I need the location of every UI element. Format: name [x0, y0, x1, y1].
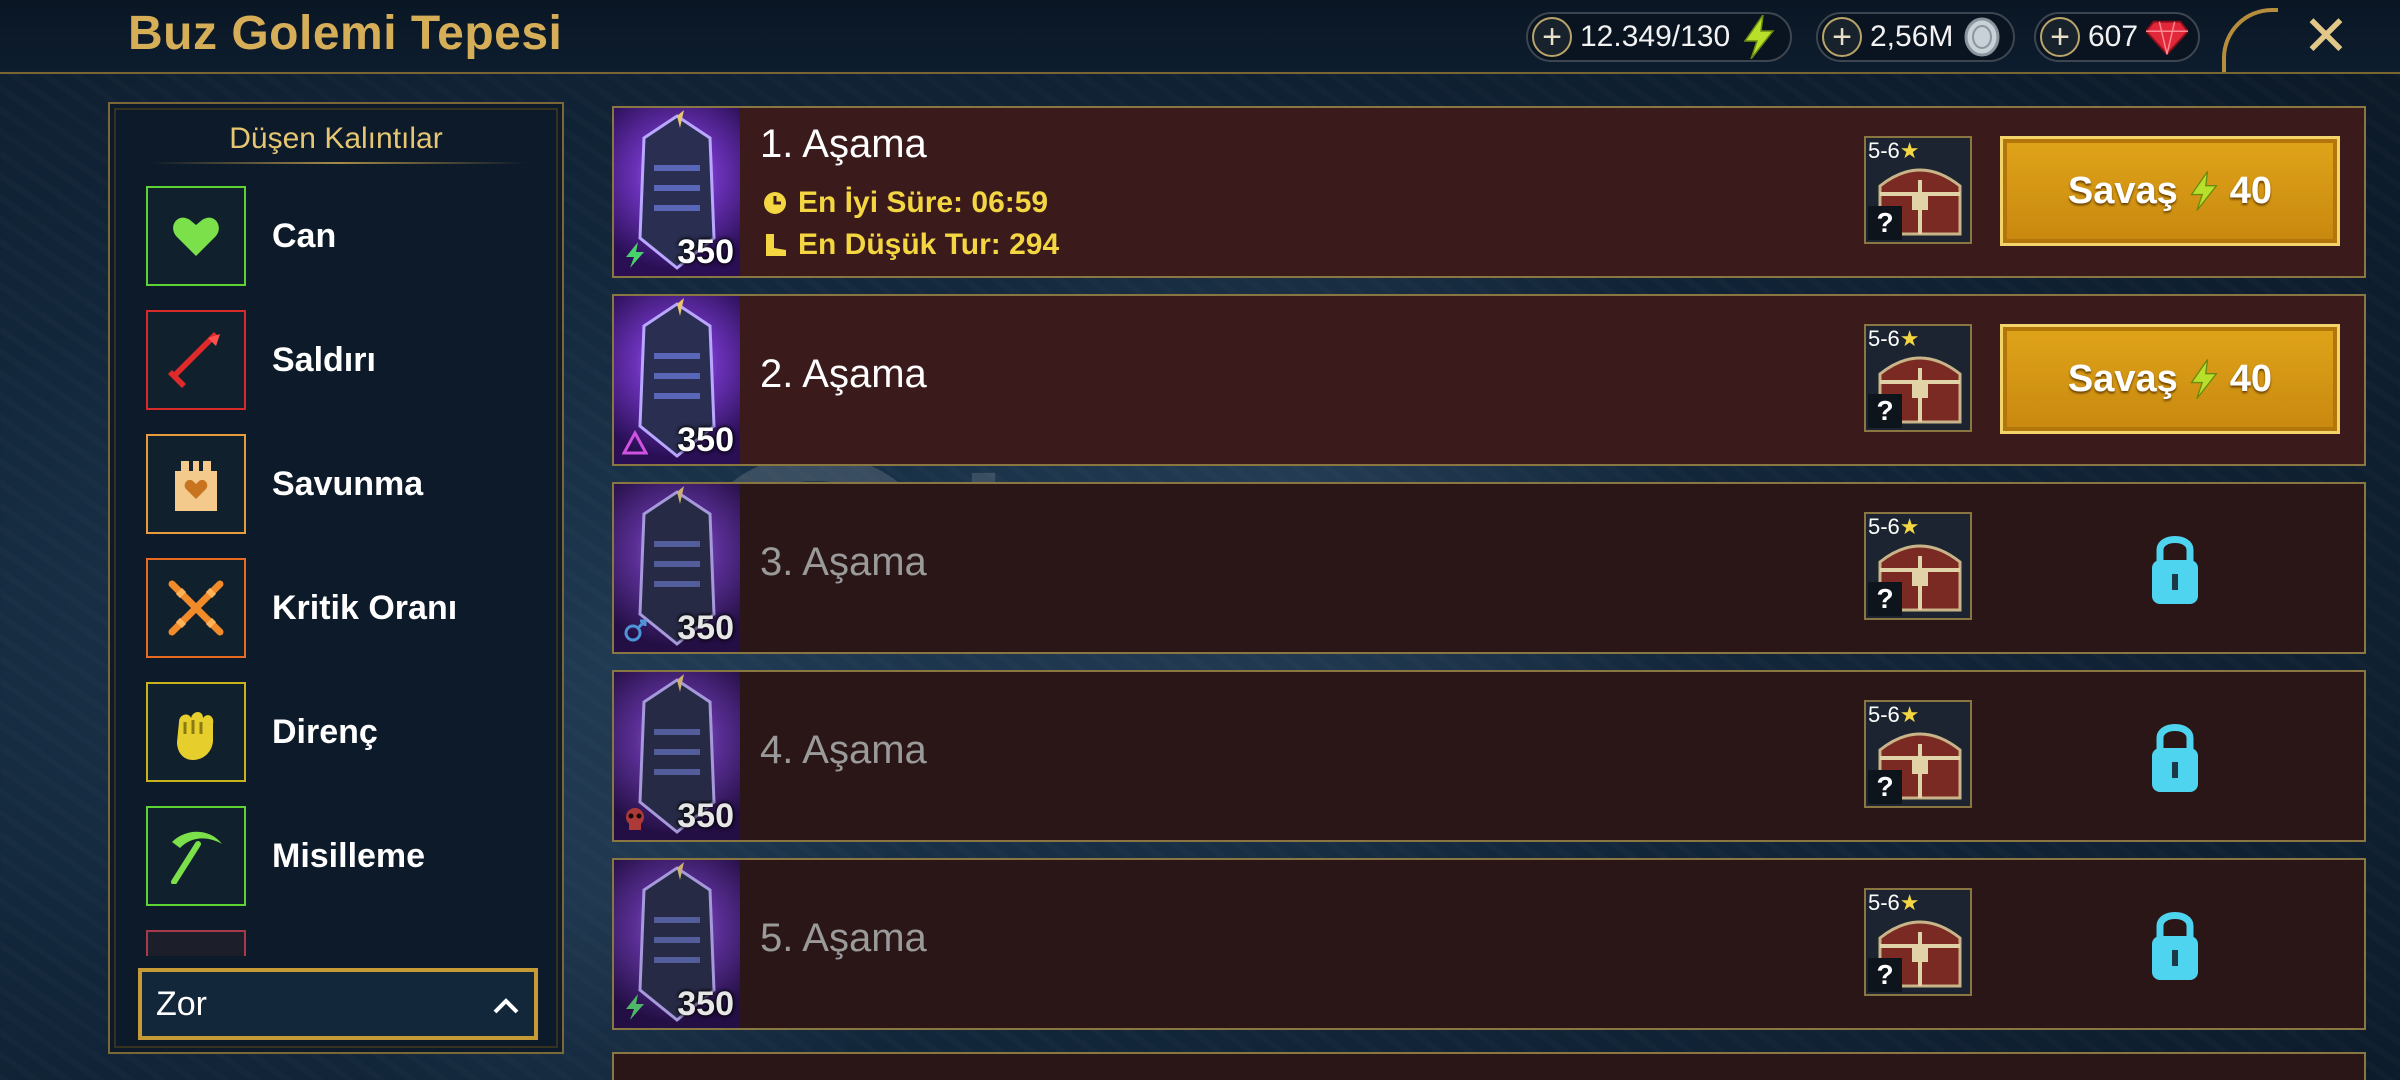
silver-resource: + 2,56M: [1816, 12, 2016, 62]
lock-icon: [2152, 536, 2198, 604]
boss-portrait: 350: [614, 108, 740, 276]
stage-name: 5. Aşama: [760, 916, 927, 960]
gem-value: 607: [2088, 20, 2139, 53]
boss-level: 350: [677, 609, 734, 647]
difficulty-value: Zor: [156, 984, 207, 1023]
set-item-direnc[interactable]: Direnç: [146, 682, 526, 782]
rewards-chest[interactable]: 5-6★ ?: [1864, 512, 1972, 620]
battle-label: Savaş: [2067, 357, 2178, 400]
boss-portrait: 350: [614, 484, 740, 652]
set-label: Misilleme: [272, 836, 426, 875]
stage-name: 1. Aşama: [760, 122, 927, 166]
chevron-up-icon: [492, 985, 520, 1024]
panel-heading: Düşen Kalıntılar: [229, 122, 443, 155]
battle-button[interactable]: Savaş 40: [2000, 136, 2340, 246]
top-bar: Buz Golemi Tepesi + 12.349/130 + 2,56M +…: [0, 0, 2400, 74]
reward-rank: 5-6★: [1868, 138, 1920, 163]
pickaxe-icon: [146, 806, 246, 906]
stage-row-6-partial[interactable]: [612, 1052, 2366, 1080]
set-label: Savunma: [272, 464, 424, 503]
dropped-artifacts-panel: Düşen Kalıntılar Can Saldırı Savunma Kri…: [108, 102, 564, 1054]
add-gems-button[interactable]: +: [2040, 17, 2080, 57]
reward-rank: 5-6★: [1868, 326, 1920, 351]
set-item-kritik-orani[interactable]: Kritik Oranı: [146, 558, 526, 658]
lock-icon: [2152, 912, 2198, 980]
boss-level: 350: [677, 421, 734, 459]
energy-cost: 40: [2229, 357, 2273, 400]
min-turns-stat: En Düşük Tur: 294: [762, 228, 1059, 262]
best-time-label: En İyi Süre: 06:59: [798, 186, 1049, 219]
fist-icon: [146, 682, 246, 782]
set-item-can[interactable]: Can: [146, 186, 526, 286]
set-label: Kritik Oranı: [272, 588, 458, 627]
force-affinity-icon: [626, 994, 644, 1020]
ruby-icon: [2146, 16, 2189, 58]
rewards-chest[interactable]: 5-6★ ?: [1864, 136, 1972, 244]
close-button[interactable]: ✕: [2296, 6, 2356, 66]
reward-rank: 5-6★: [1868, 514, 1920, 539]
gem-resource: + 607: [2034, 12, 2201, 62]
battle-label: Savaş: [2067, 169, 2178, 212]
min-turns-label: En Düşük Tur: 294: [798, 228, 1060, 261]
energy-icon: [2190, 359, 2218, 399]
boss-level: 350: [677, 797, 734, 835]
sword-icon: [146, 310, 246, 410]
void-affinity-icon: [622, 430, 648, 455]
force-affinity-icon: [626, 242, 644, 268]
question-mark-icon: ?: [1868, 582, 1902, 616]
stage-name: 2. Aşama: [760, 352, 927, 396]
clock-icon: [764, 192, 786, 214]
boss-level: 350: [677, 233, 734, 271]
boot-icon: [766, 234, 786, 256]
stage-row-3[interactable]: 350 3. Aşama 5-6★ ?: [612, 482, 2366, 654]
question-mark-icon: ?: [1868, 394, 1902, 428]
set-item-savunma[interactable]: Savunma: [146, 434, 526, 534]
rewards-chest[interactable]: 5-6★ ?: [1864, 324, 1972, 432]
question-mark-icon: ?: [1868, 770, 1902, 804]
energy-icon: [2190, 171, 2218, 211]
boss-portrait: 350: [614, 296, 740, 464]
set-item-partial: [146, 930, 246, 956]
energy-icon: [1738, 15, 1780, 59]
energy-cost: 40: [2229, 169, 2273, 212]
reward-rank: 5-6★: [1868, 702, 1920, 727]
battle-button[interactable]: Savaş 40: [2000, 324, 2340, 434]
set-label: Saldırı: [272, 340, 376, 379]
heading-divider: [150, 162, 526, 164]
stage-row-1[interactable]: 350 1. Aşama En İyi Süre: 06:59 En Düşük…: [612, 106, 2366, 278]
set-label: Can: [272, 216, 337, 255]
stage-row-2[interactable]: 350 2. Aşama 5-6★ ? Savaş 40: [612, 294, 2366, 466]
boss-portrait: 350: [614, 672, 740, 840]
set-item-misilleme[interactable]: Misilleme: [146, 806, 526, 906]
question-mark-icon: ?: [1868, 958, 1902, 992]
silver-coin-icon: [1961, 16, 2003, 58]
lock-icon: [2152, 724, 2198, 792]
rewards-chest[interactable]: 5-6★ ?: [1864, 888, 1972, 996]
best-time-stat: En İyi Süre: 06:59: [762, 186, 1048, 220]
question-mark-icon: ?: [1868, 206, 1902, 240]
add-silver-button[interactable]: +: [1822, 17, 1862, 57]
boss-level: 350: [677, 985, 734, 1023]
difficulty-select[interactable]: Zor: [138, 968, 538, 1040]
set-label: Direnç: [272, 712, 378, 751]
energy-value: 12.349/130: [1580, 20, 1731, 53]
crossed-swords-icon: [146, 558, 246, 658]
boss-portrait: 350: [614, 860, 740, 1028]
page-title: Buz Golemi Tepesi: [128, 7, 563, 60]
rewards-chest[interactable]: 5-6★ ?: [1864, 700, 1972, 808]
magic-affinity-icon: [624, 619, 647, 642]
stage-row-4[interactable]: 350 4. Aşama 5-6★ ?: [612, 670, 2366, 842]
set-item-saldiri[interactable]: Saldırı: [146, 310, 526, 410]
castle-icon: [146, 434, 246, 534]
stage-row-5[interactable]: 350 5. Aşama 5-6★ ?: [612, 858, 2366, 1030]
add-energy-button[interactable]: +: [1532, 17, 1572, 57]
silver-value: 2,56M: [1870, 20, 1954, 53]
corner-ornament: [2222, 8, 2278, 72]
spirit-affinity-icon: [626, 808, 644, 830]
reward-rank: 5-6★: [1868, 890, 1920, 915]
stage-name: 4. Aşama: [760, 728, 927, 772]
heart-icon: [146, 186, 246, 286]
stage-name: 3. Aşama: [760, 540, 927, 584]
energy-resource: + 12.349/130: [1526, 12, 1793, 62]
